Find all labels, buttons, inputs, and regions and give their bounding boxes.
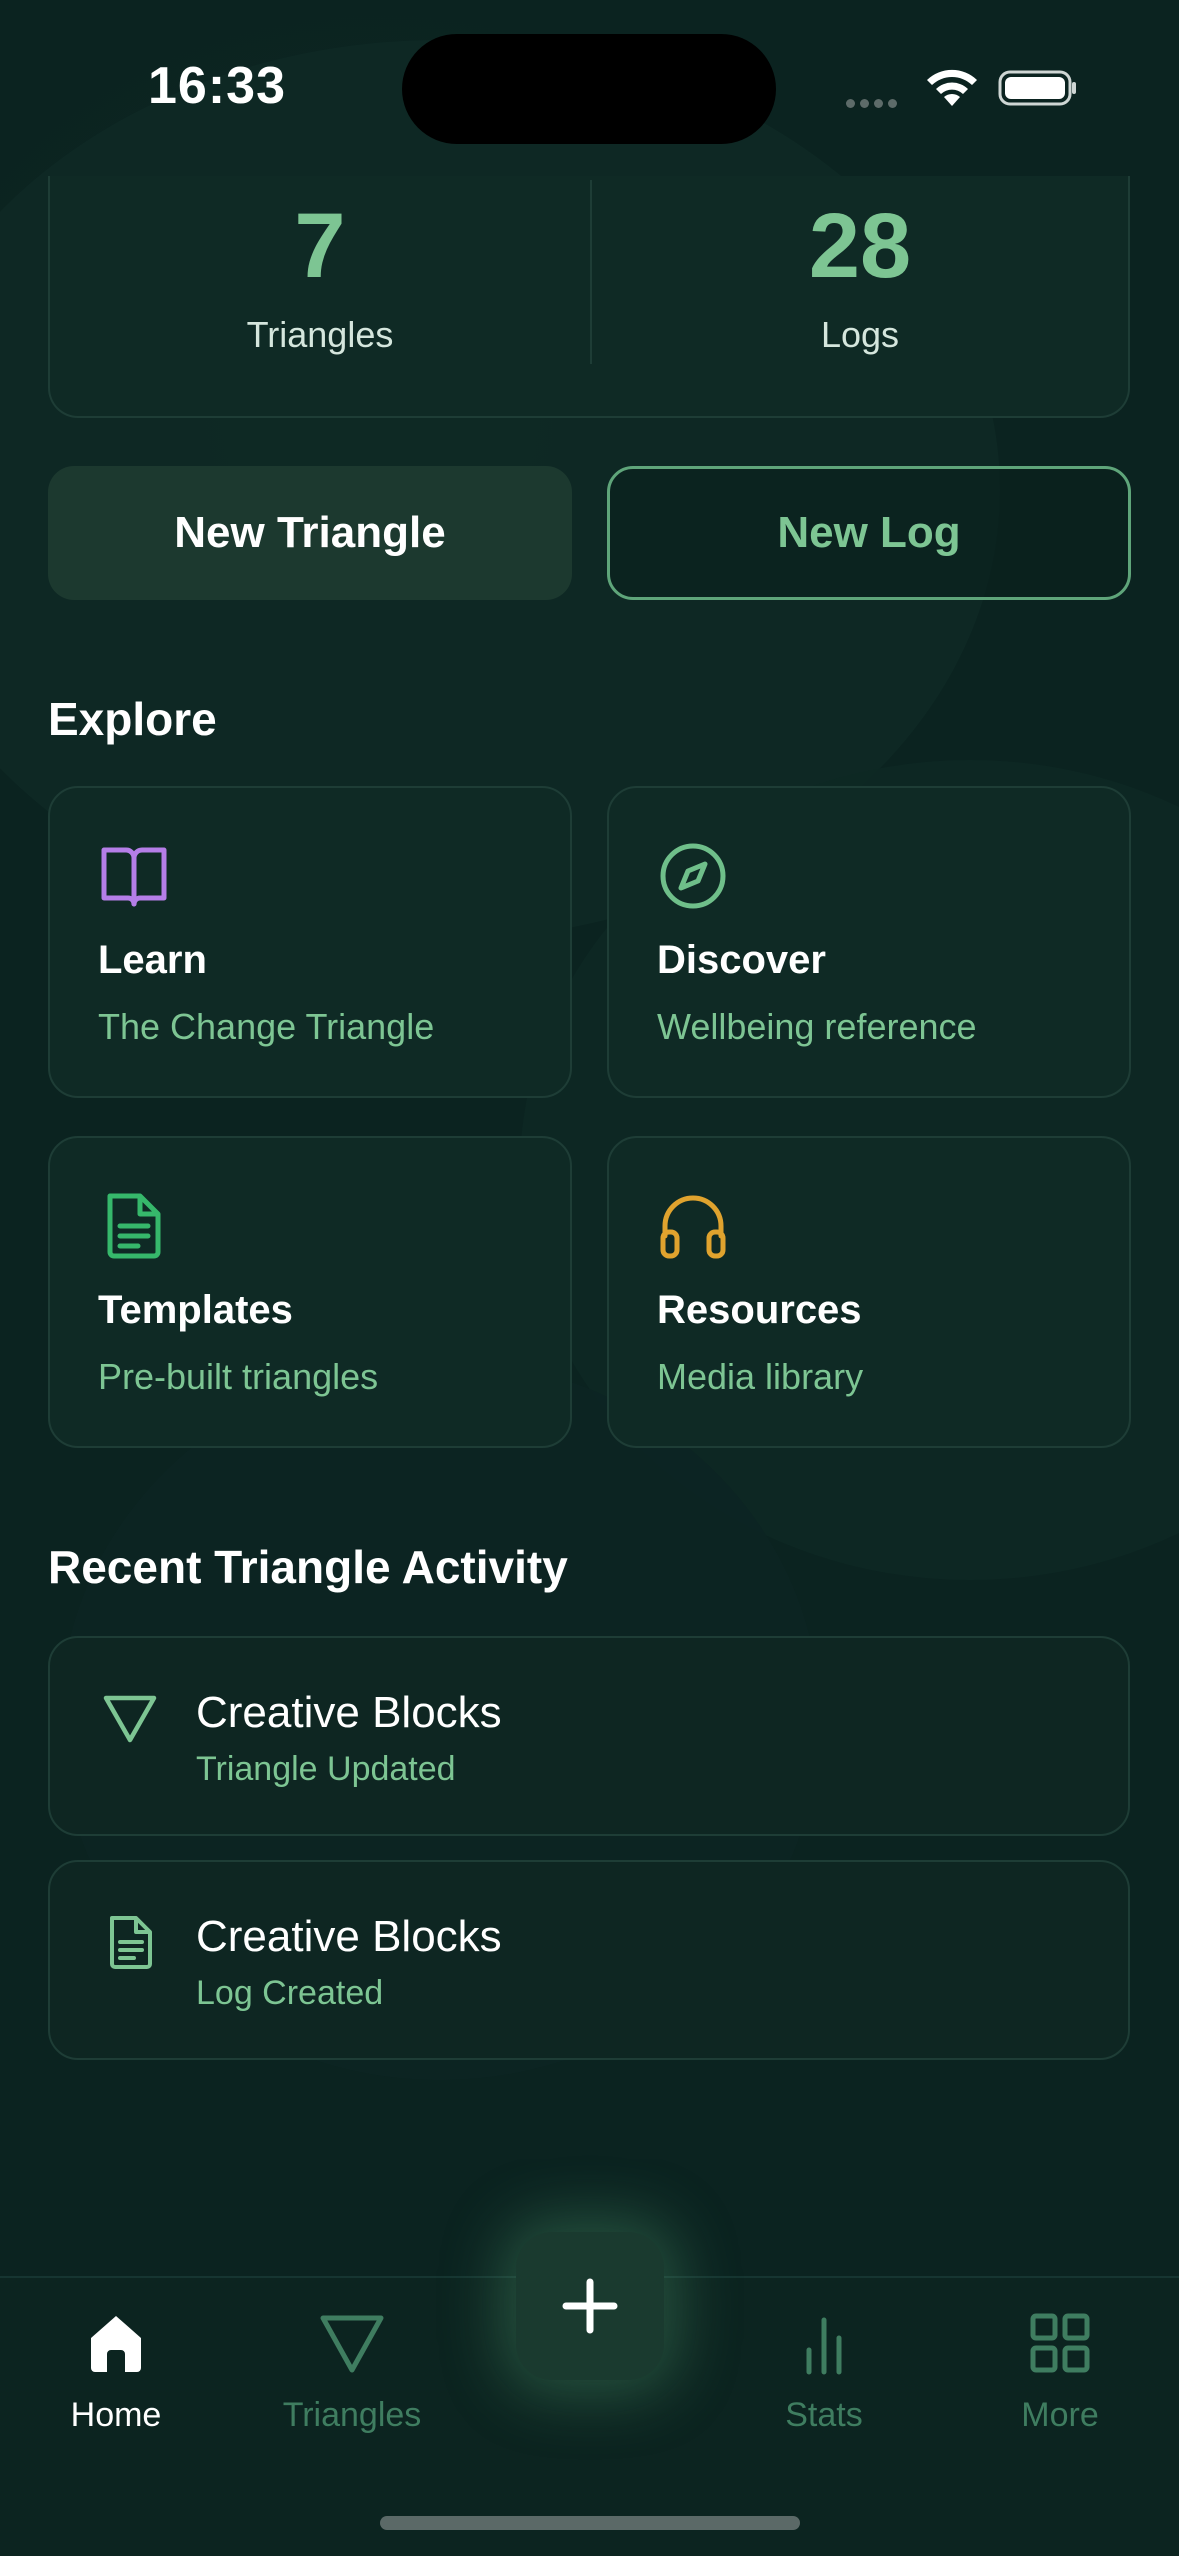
tile-subtitle: Pre-built triangles — [98, 1356, 379, 1397]
tab-label: Stats — [785, 2396, 863, 2434]
tile-title: Learn — [98, 938, 207, 982]
tile-subtitle: Wellbeing reference — [657, 1006, 977, 1047]
battery-icon — [998, 70, 1076, 106]
tile-title: Templates — [98, 1288, 293, 1332]
headphones-icon — [660, 1195, 726, 1259]
activity-item[interactable]: Creative Blocks Triangle Updated — [48, 1636, 1130, 1836]
new-triangle-button[interactable]: New Triangle — [48, 466, 572, 600]
tab-stats[interactable]: Stats — [724, 2308, 924, 2435]
add-button[interactable] — [516, 2232, 664, 2380]
grid-icon — [1030, 2313, 1090, 2373]
home-screen: 16:33 7 Triangles 28 Logs New Triangle N… — [0, 0, 1179, 2556]
home-indicator — [380, 2516, 800, 2530]
tab-label: More — [1021, 2396, 1099, 2434]
triangle-icon — [320, 2315, 384, 2373]
tile-title: Discover — [657, 938, 826, 982]
activity-subtitle: Log Created — [196, 1974, 384, 2012]
tile-title: Resources — [657, 1288, 862, 1332]
stat-label: Triangles — [246, 314, 394, 355]
plus-icon — [562, 2278, 618, 2334]
triangle-icon — [103, 1695, 157, 1743]
status-bar: 16:33 — [0, 0, 1179, 170]
stat-value: 7 — [294, 195, 346, 297]
activity-title: Creative Blocks — [196, 1912, 502, 1961]
tab-label: Home — [70, 2396, 162, 2434]
tab-home[interactable]: Home — [16, 2308, 216, 2435]
wifi-icon — [927, 69, 977, 106]
tab-triangles[interactable]: Triangles — [252, 2308, 452, 2435]
activity-item[interactable]: Creative Blocks Log Created — [48, 1860, 1130, 2060]
tile-discover[interactable]: Discover Wellbeing reference — [607, 786, 1131, 1098]
new-log-button[interactable]: New Log — [607, 466, 1131, 600]
stat-label: Logs — [820, 314, 900, 355]
status-time: 16:33 — [148, 57, 286, 115]
home-icon — [91, 2316, 141, 2372]
dynamic-island — [402, 34, 776, 144]
bar-chart-icon — [806, 2317, 842, 2375]
stat-value: 28 — [808, 195, 912, 297]
tile-learn[interactable]: Learn The Change Triangle — [48, 786, 572, 1098]
stat-logs: 28 Logs — [590, 196, 1130, 356]
activity-subtitle: Triangle Updated — [196, 1750, 456, 1788]
book-icon — [101, 847, 167, 907]
signal-dots-icon — [846, 95, 906, 108]
tile-subtitle: The Change Triangle — [98, 1006, 435, 1047]
activity-title: Creative Blocks — [196, 1688, 502, 1737]
tab-label: Triangles — [282, 2396, 422, 2434]
tab-more[interactable]: More — [960, 2308, 1160, 2435]
stats-card: 7 Triangles 28 Logs — [48, 176, 1130, 418]
tile-templates[interactable]: Templates Pre-built triangles — [48, 1136, 572, 1448]
document-icon — [110, 1916, 152, 1969]
explore-heading: Explore — [48, 693, 217, 745]
document-icon — [107, 1193, 161, 1259]
tile-resources[interactable]: Resources Media library — [607, 1136, 1131, 1448]
recent-activity-heading: Recent Triangle Activity — [48, 1541, 568, 1593]
stat-triangles: 7 Triangles — [50, 196, 590, 356]
tile-subtitle: Media library — [657, 1356, 864, 1397]
compass-icon — [660, 843, 726, 909]
